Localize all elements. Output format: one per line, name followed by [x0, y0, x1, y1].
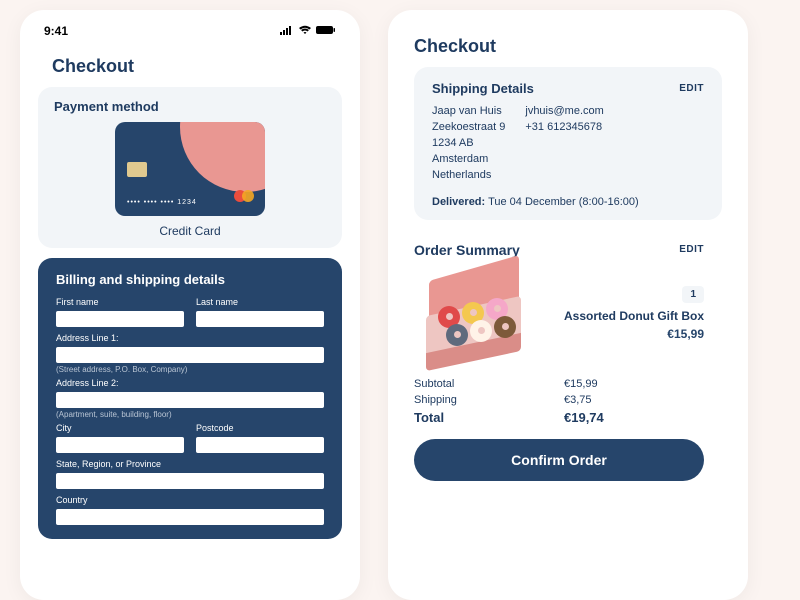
last-name-field[interactable] [196, 311, 324, 327]
address1-label: Address Line 1: [56, 333, 324, 343]
wifi-icon [298, 24, 312, 38]
credit-card-label: Credit Card [54, 224, 326, 238]
mastercard-icon [233, 189, 255, 208]
state-label: State, Region, or Province [56, 459, 324, 469]
address2-field[interactable] [56, 392, 324, 408]
subtotal-value: €15,99 [564, 378, 598, 390]
city-label: City [56, 423, 184, 433]
signal-icon [280, 24, 294, 38]
ship-city: Amsterdam [432, 152, 505, 168]
country-field[interactable] [56, 509, 324, 525]
order-item: 1 Assorted Donut Gift Box €15,99 [414, 268, 704, 358]
shipping-address: Jaap van Huis Zeekoestraat 9 1234 AB Ams… [432, 104, 505, 184]
total-label: Total [414, 410, 494, 425]
delivered-value: Tue 04 December (8:00-16:00) [488, 196, 639, 208]
shipping-cost-value: €3,75 [564, 394, 592, 406]
edit-order-button[interactable]: EDIT [679, 244, 704, 255]
payment-heading: Payment method [54, 99, 326, 114]
ship-country: Netherlands [432, 168, 505, 184]
first-name-label: First name [56, 297, 184, 307]
address2-label: Address Line 2: [56, 378, 324, 388]
order-totals: Subtotal €15,99 Shipping €3,75 Total €19… [414, 378, 704, 425]
delivery-info: Delivered: Tue 04 December (8:00-16:00) [432, 196, 704, 208]
billing-details-card: Billing and shipping details First name … [38, 258, 342, 539]
city-field[interactable] [56, 437, 184, 453]
country-label: Country [56, 495, 324, 505]
payment-method-card: Payment method •••• •••• •••• 1234 Credi… [38, 87, 342, 248]
ship-zip: 1234 AB [432, 136, 505, 152]
ship-street: Zeekoestraat 9 [432, 120, 505, 136]
ship-phone: +31 612345678 [525, 120, 603, 136]
first-name-field[interactable] [56, 311, 184, 327]
address1-hint: (Street address, P.O. Box, Company) [56, 365, 324, 374]
shipping-cost-label: Shipping [414, 394, 494, 406]
page-title: Checkout [414, 36, 722, 57]
card-chip-icon [127, 162, 147, 177]
state-field[interactable] [56, 473, 324, 489]
item-price: €15,99 [550, 327, 704, 341]
billing-heading: Billing and shipping details [56, 272, 324, 287]
credit-card-graphic[interactable]: •••• •••• •••• 1234 [115, 122, 265, 216]
last-name-label: Last name [196, 297, 324, 307]
phone-frame-left: 9:41 Checkout Payment method •••• •••• •… [20, 10, 360, 600]
edit-shipping-button[interactable]: EDIT [679, 83, 704, 94]
item-qty-badge: 1 [682, 286, 704, 303]
address1-field[interactable] [56, 347, 324, 363]
subtotal-label: Subtotal [414, 378, 494, 390]
status-bar: 9:41 [38, 20, 342, 42]
ship-email: jvhuis@me.com [525, 104, 603, 120]
page-title: Checkout [52, 56, 342, 77]
address2-hint: (Apartment, suite, building, floor) [56, 410, 324, 419]
shipping-contact: jvhuis@me.com +31 612345678 [525, 104, 603, 184]
panel-right: Checkout Shipping Details EDIT Jaap van … [388, 10, 748, 600]
shipping-details-card: Shipping Details EDIT Jaap van Huis Zeek… [414, 67, 722, 220]
card-number-masked: •••• •••• •••• 1234 [127, 199, 197, 206]
order-heading: Order Summary [414, 242, 520, 258]
ship-name: Jaap van Huis [432, 104, 505, 120]
postcode-label: Postcode [196, 423, 324, 433]
item-name: Assorted Donut Gift Box [550, 309, 704, 323]
status-icons [280, 24, 336, 38]
total-value: €19,74 [564, 410, 604, 425]
postcode-field[interactable] [196, 437, 324, 453]
confirm-order-button[interactable]: Confirm Order [414, 439, 704, 481]
delivered-label: Delivered: [432, 196, 485, 208]
status-time: 9:41 [44, 24, 68, 38]
donut-box-illustration [414, 268, 534, 358]
order-summary-card: Order Summary EDIT 1 Assorted Donut Gift… [414, 230, 722, 487]
battery-icon [316, 24, 336, 38]
shipping-heading: Shipping Details [432, 81, 534, 96]
